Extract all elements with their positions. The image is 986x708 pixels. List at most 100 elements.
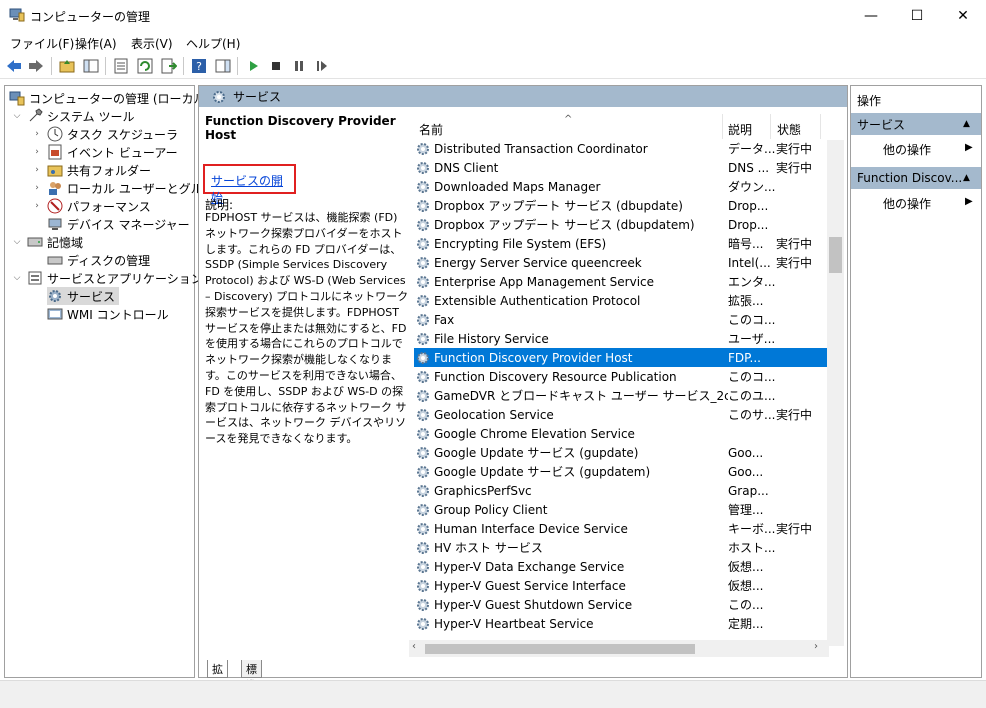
service-description: Intel(... bbox=[728, 255, 771, 270]
action-more-actions[interactable]: 他の操作 bbox=[883, 141, 931, 158]
chevron-down-icon[interactable]: ⌵ bbox=[11, 111, 23, 121]
tab-extended[interactable]: 拡張 bbox=[207, 660, 228, 692]
table-row[interactable]: HV ホスト サービス ホスト... bbox=[414, 538, 827, 557]
service-description: FDP... bbox=[728, 350, 761, 365]
table-row[interactable]: Dropbox アップデート サービス (dbupdate) Drop... bbox=[414, 196, 827, 215]
horizontal-scroll-thumb[interactable] bbox=[425, 644, 695, 654]
column-header-description[interactable]: 説明 bbox=[728, 121, 752, 138]
table-row[interactable]: Energy Server Service queencreek Intel(..… bbox=[414, 253, 827, 272]
tree-item-services-and-apps[interactable]: ⌵ サービスとアプリケーション bbox=[11, 269, 203, 287]
tree-label: ディスクの管理 bbox=[67, 253, 151, 268]
table-row[interactable]: Group Policy Client 管理... bbox=[414, 500, 827, 519]
restart-icon[interactable] bbox=[314, 58, 330, 74]
service-description: このコ... bbox=[728, 313, 776, 327]
table-row[interactable]: Function Discovery Provider Host FDP... bbox=[414, 348, 827, 367]
table-row[interactable]: Distributed Transaction Coordinator データ..… bbox=[414, 139, 827, 158]
vertical-scrollbar[interactable] bbox=[827, 140, 844, 646]
table-row[interactable]: DNS Client DNS ... 実行中 bbox=[414, 158, 827, 177]
table-row[interactable]: Google Update サービス (gupdatem) Goo... bbox=[414, 462, 827, 481]
table-row[interactable]: Geolocation Service このサ... 実行中 bbox=[414, 405, 827, 424]
collapse-up-icon[interactable]: ▲ bbox=[963, 119, 970, 129]
menu-file[interactable]: ファイル(F) bbox=[10, 35, 74, 52]
chevron-right-icon[interactable]: › bbox=[31, 147, 43, 157]
properties-icon[interactable] bbox=[113, 58, 129, 74]
table-row[interactable]: Hyper-V Heartbeat Service 定期... bbox=[414, 614, 827, 633]
close-button[interactable]: ✕ bbox=[940, 0, 986, 31]
minimize-button[interactable]: — bbox=[848, 0, 894, 31]
tree-item-local-users[interactable]: › ローカル ユーザーとグループ bbox=[31, 179, 226, 197]
tree-item-event-viewer[interactable]: › イベント ビューアー bbox=[31, 143, 178, 161]
tab-standard[interactable]: 標準 bbox=[241, 660, 262, 692]
service-description: この... bbox=[728, 598, 764, 612]
menu-help[interactable]: ヘルプ(H) bbox=[186, 35, 240, 52]
tree-item-shared-folders[interactable]: › 共有フォルダー bbox=[31, 161, 151, 179]
pause-icon[interactable] bbox=[291, 58, 307, 74]
chevron-right-icon[interactable]: › bbox=[31, 183, 43, 193]
up-folder-icon[interactable] bbox=[59, 58, 75, 74]
table-row[interactable]: Hyper-V Guest Service Interface 仮想... bbox=[414, 576, 827, 595]
action-more-actions[interactable]: 他の操作 bbox=[883, 195, 931, 212]
shared-folder-icon bbox=[47, 165, 63, 177]
refresh-icon[interactable] bbox=[137, 58, 153, 74]
tree-item-storage[interactable]: ⌵ 記憶域 bbox=[11, 233, 83, 251]
table-row[interactable]: Function Discovery Resource Publication こ… bbox=[414, 367, 827, 386]
tree-item-computer-management[interactable]: コンピューターの管理 (ローカル) bbox=[9, 89, 210, 107]
table-row[interactable]: Google Update サービス (gupdate) Goo... bbox=[414, 443, 827, 462]
actions-section-selected[interactable]: Function Discov... ▲ bbox=[851, 167, 981, 189]
table-row[interactable]: GameDVR とブロードキャスト ユーザー サービス_2c51b83cこのユ.… bbox=[414, 386, 827, 405]
table-row[interactable]: Dropbox アップデート サービス (dbupdatem) Drop... bbox=[414, 215, 827, 234]
stop-icon[interactable] bbox=[268, 58, 284, 74]
export-list-icon[interactable] bbox=[161, 58, 177, 74]
chevron-right-icon[interactable]: › bbox=[31, 201, 43, 211]
forward-arrow-icon[interactable] bbox=[28, 58, 44, 74]
service-name: Distributed Transaction Coordinator bbox=[434, 141, 648, 156]
menu-view[interactable]: 表示(V) bbox=[131, 35, 173, 52]
service-description: ダウン... bbox=[728, 180, 776, 194]
table-row[interactable]: Google Chrome Elevation Service bbox=[414, 424, 827, 443]
table-row[interactable]: Extensible Authentication Protocol 拡張... bbox=[414, 291, 827, 310]
table-row[interactable]: File History Service ユーザ... bbox=[414, 329, 827, 348]
tree-label: デバイス マネージャー bbox=[67, 217, 190, 232]
service-description: ホスト... bbox=[728, 541, 776, 555]
collapse-up-icon[interactable]: ▲ bbox=[963, 173, 970, 183]
chevron-down-icon[interactable]: ⌵ bbox=[11, 273, 23, 283]
scroll-left-icon[interactable]: ‹ bbox=[412, 641, 416, 652]
tree-item-disk-management[interactable]: ディスクの管理 bbox=[47, 251, 150, 269]
tree-item-services[interactable]: サービス bbox=[47, 287, 120, 305]
tree-item-performance[interactable]: › パフォーマンス bbox=[31, 197, 151, 215]
tree-item-system-tools[interactable]: ⌵ システム ツール bbox=[11, 107, 134, 125]
chevron-down-icon[interactable]: ⌵ bbox=[11, 237, 23, 247]
help-icon[interactable]: ? bbox=[191, 58, 207, 74]
chevron-right-icon[interactable]: › bbox=[31, 165, 43, 175]
disk-icon bbox=[47, 256, 63, 265]
table-row[interactable]: Fax このコ... bbox=[414, 310, 827, 329]
table-row[interactable]: Human Interface Device Service キーボ... 実行中 bbox=[414, 519, 827, 538]
chevron-right-icon[interactable]: › bbox=[31, 129, 43, 139]
column-separator[interactable] bbox=[722, 114, 723, 139]
column-separator[interactable] bbox=[770, 114, 771, 139]
actions-section-services[interactable]: サービス ▲ bbox=[851, 113, 981, 135]
horizontal-scrollbar[interactable]: ‹ › bbox=[409, 640, 829, 657]
column-separator[interactable] bbox=[820, 114, 821, 139]
tree-item-wmi-control[interactable]: WMI コントロール bbox=[47, 305, 169, 323]
column-header-name[interactable]: 名前 bbox=[419, 121, 443, 138]
tree-item-device-manager[interactable]: デバイス マネージャー bbox=[47, 215, 190, 233]
gear-icon bbox=[417, 522, 429, 535]
service-name: File History Service bbox=[434, 331, 549, 346]
table-row[interactable]: Hyper-V Data Exchange Service 仮想... bbox=[414, 557, 827, 576]
play-icon[interactable] bbox=[246, 58, 262, 74]
menu-action[interactable]: 操作(A) bbox=[75, 35, 117, 52]
table-row[interactable]: Enterprise App Management Service エンタ... bbox=[414, 272, 827, 291]
table-row[interactable]: Encrypting File System (EFS) 暗号... 実行中 bbox=[414, 234, 827, 253]
table-row[interactable]: Downloaded Maps Manager ダウン... bbox=[414, 177, 827, 196]
column-header-status[interactable]: 状態 bbox=[777, 121, 801, 138]
table-row[interactable]: Hyper-V Guest Shutdown Service この... bbox=[414, 595, 827, 614]
console-tree-icon[interactable] bbox=[83, 58, 99, 74]
show-hide-action-pane-icon[interactable] bbox=[215, 58, 231, 74]
vertical-scroll-thumb[interactable] bbox=[829, 237, 842, 273]
tree-item-task-scheduler[interactable]: › タスク スケジューラ bbox=[31, 125, 178, 143]
back-arrow-icon[interactable] bbox=[6, 58, 22, 74]
scroll-right-icon[interactable]: › bbox=[814, 641, 818, 652]
table-row[interactable]: GraphicsPerfSvc Grap... bbox=[414, 481, 827, 500]
maximize-button[interactable]: ☐ bbox=[894, 0, 940, 31]
